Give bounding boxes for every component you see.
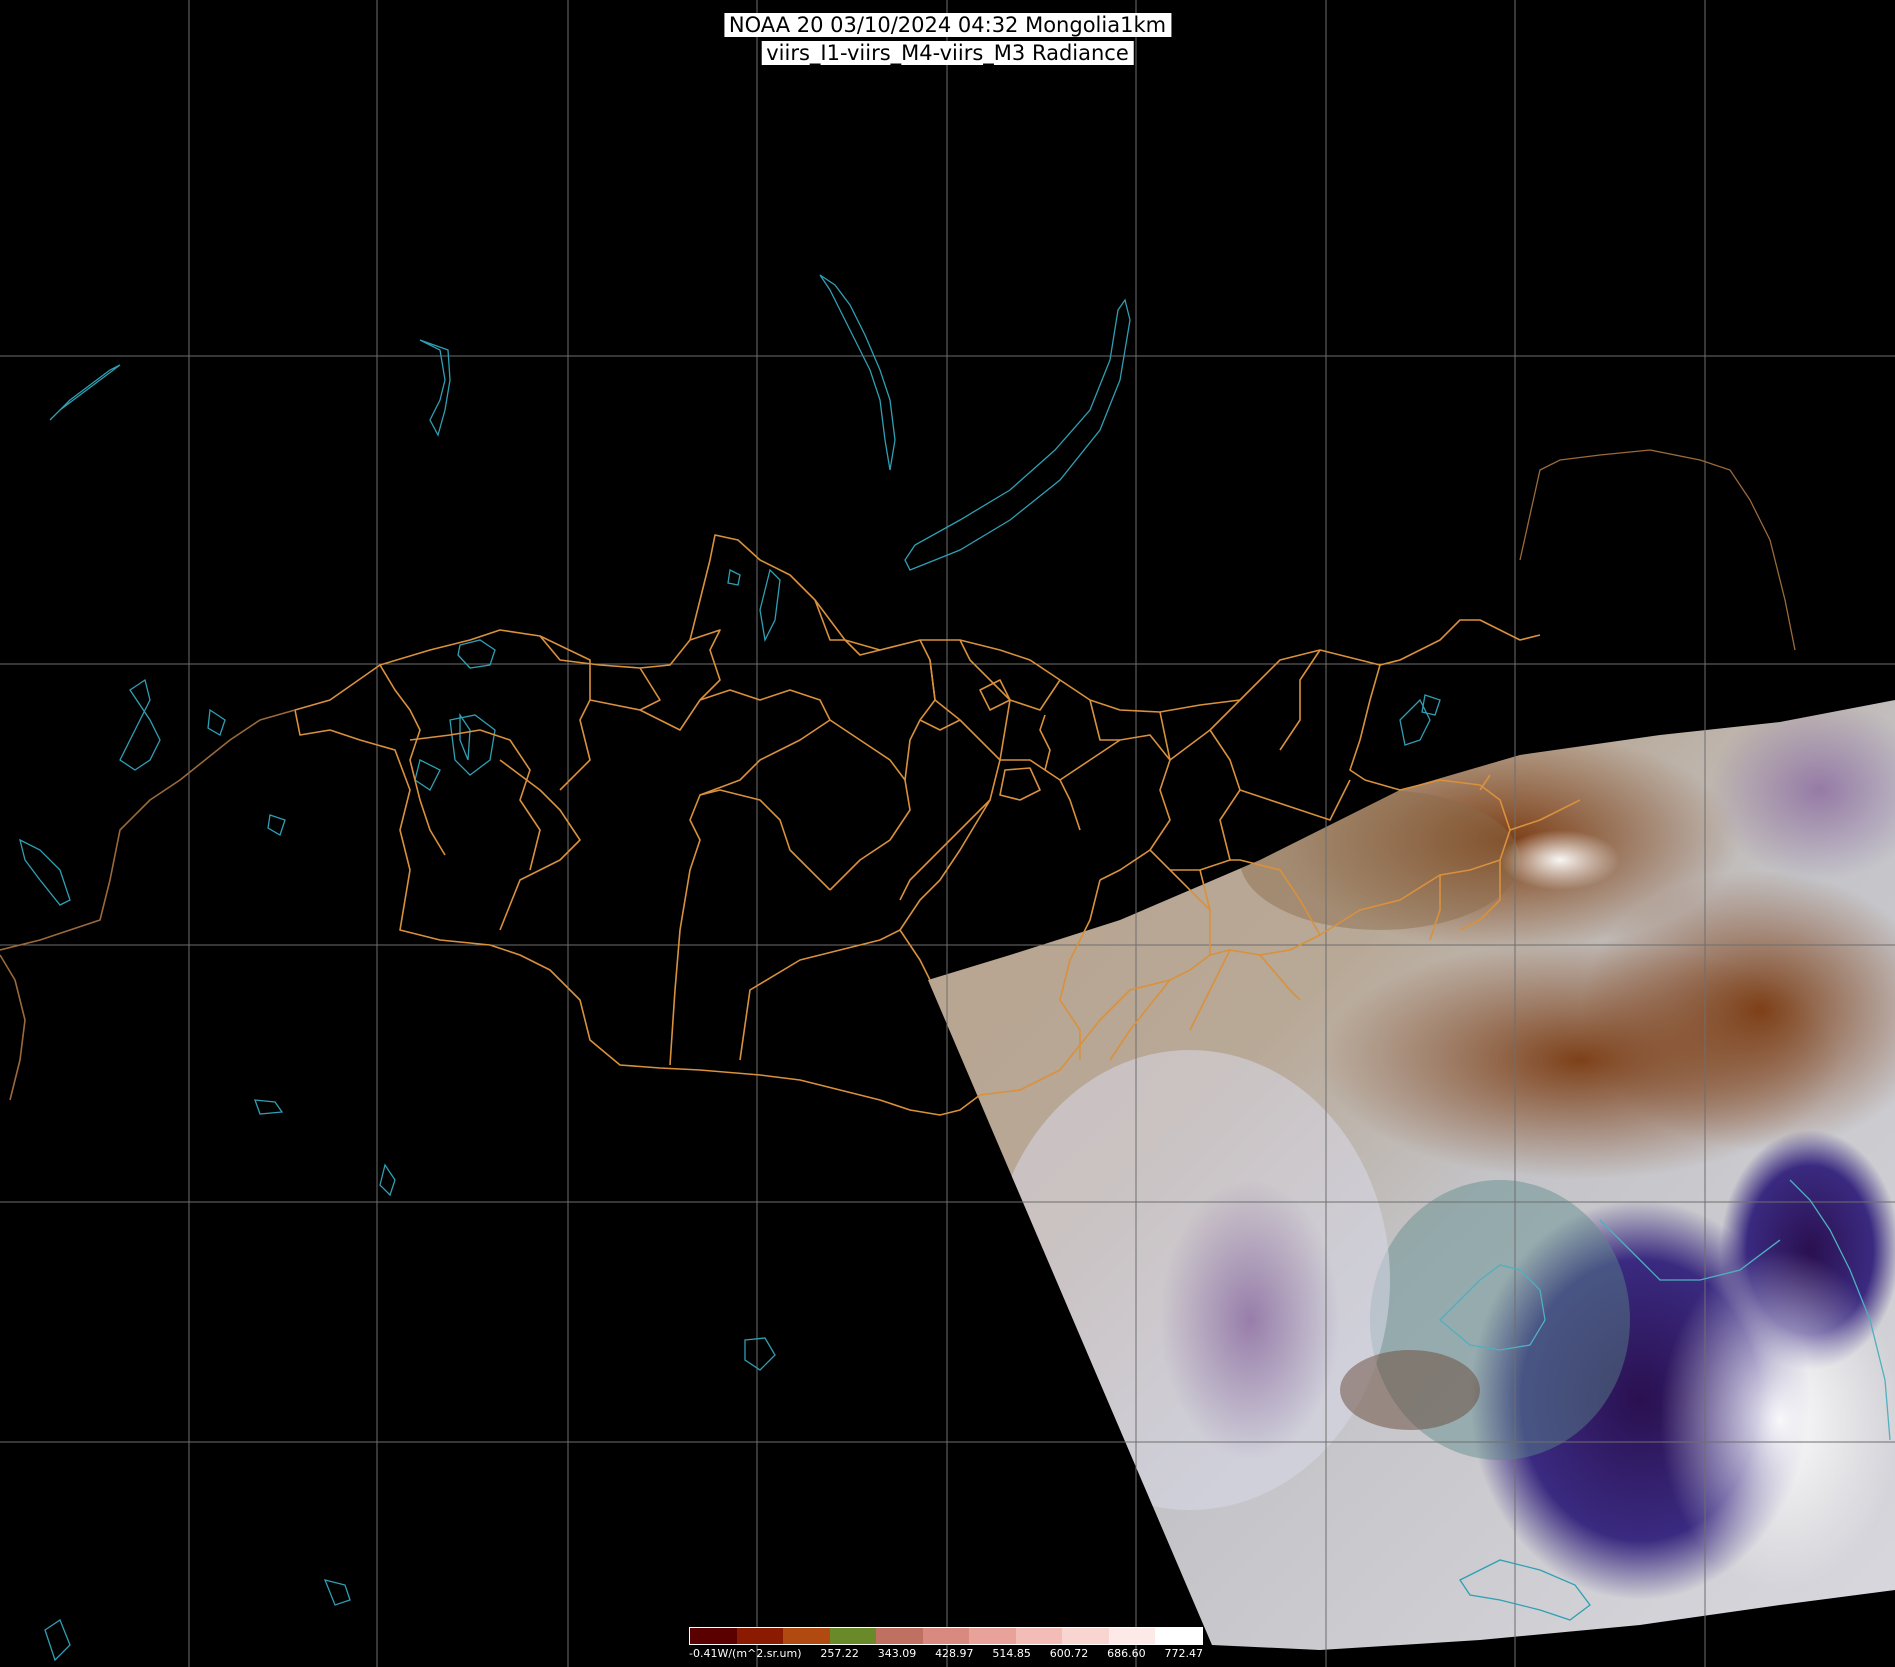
legend-color-stop [1155, 1628, 1203, 1644]
legend-color-stop [922, 1628, 970, 1644]
legend-tick: 257.22 [820, 1647, 859, 1660]
map-title-line-2: viirs_I1-viirs_M4-viirs_M3 Radiance [761, 41, 1134, 65]
color-legend: -0.41W/(m^2.sr.um) 257.22 343.09 428.97 … [689, 1627, 1203, 1661]
satellite-swath-image [928, 700, 1895, 1650]
legend-color-stop [1015, 1628, 1063, 1644]
legend-color-stop [1108, 1628, 1156, 1644]
legend-color-bar [689, 1627, 1203, 1645]
map-title-line-1: NOAA 20 03/10/2024 04:32 Mongolia1km [723, 13, 1172, 37]
legend-tick: 428.97 [935, 1647, 974, 1660]
legend-tick: 600.72 [1049, 1647, 1089, 1660]
legend-labels: -0.41W/(m^2.sr.um) 257.22 343.09 428.97 … [689, 1647, 1203, 1661]
legend-tick: 772.47 [1164, 1647, 1204, 1660]
satellite-map-view: NOAA 20 03/10/2024 04:32 Mongolia1km vii… [0, 0, 1895, 1667]
legend-color-stop [876, 1628, 923, 1644]
legend-color-stop [829, 1628, 877, 1644]
legend-tick: 343.09 [877, 1647, 917, 1660]
legend-tick: 686.60 [1107, 1647, 1146, 1660]
legend-color-stop [1062, 1628, 1109, 1644]
map-canvas [0, 0, 1895, 1667]
legend-color-stop [736, 1628, 784, 1644]
legend-tick: 514.85 [992, 1647, 1031, 1660]
legend-color-stop [690, 1628, 737, 1644]
legend-color-stop [969, 1628, 1016, 1644]
legend-color-stop [783, 1628, 830, 1644]
legend-unit-label: -0.41W/(m^2.sr.um) [689, 1647, 802, 1660]
